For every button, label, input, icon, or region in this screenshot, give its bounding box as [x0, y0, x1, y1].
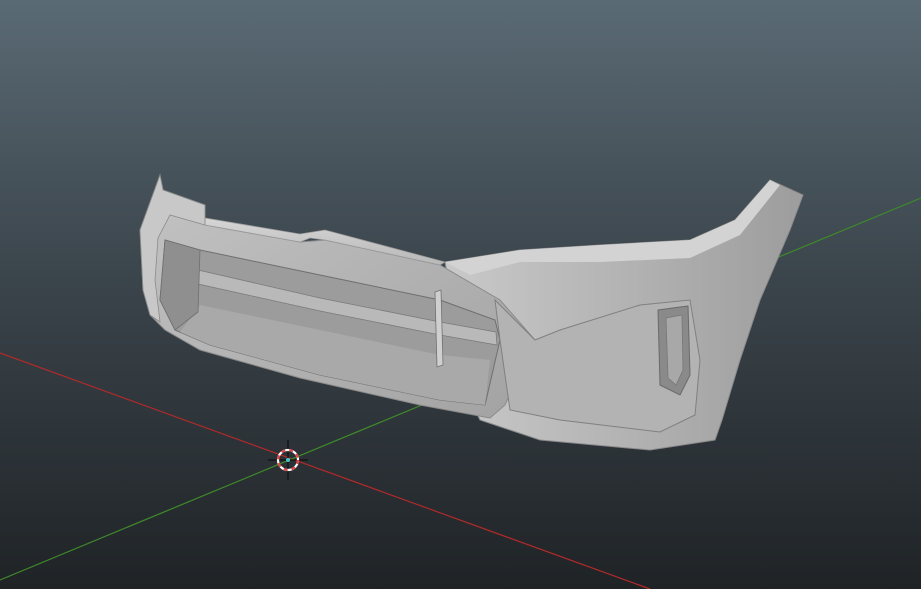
cursor-center-dot	[286, 458, 290, 462]
right-intake-inner	[665, 314, 684, 386]
viewport-canvas[interactable]	[0, 0, 921, 589]
3d-viewport[interactable]	[0, 0, 921, 589]
